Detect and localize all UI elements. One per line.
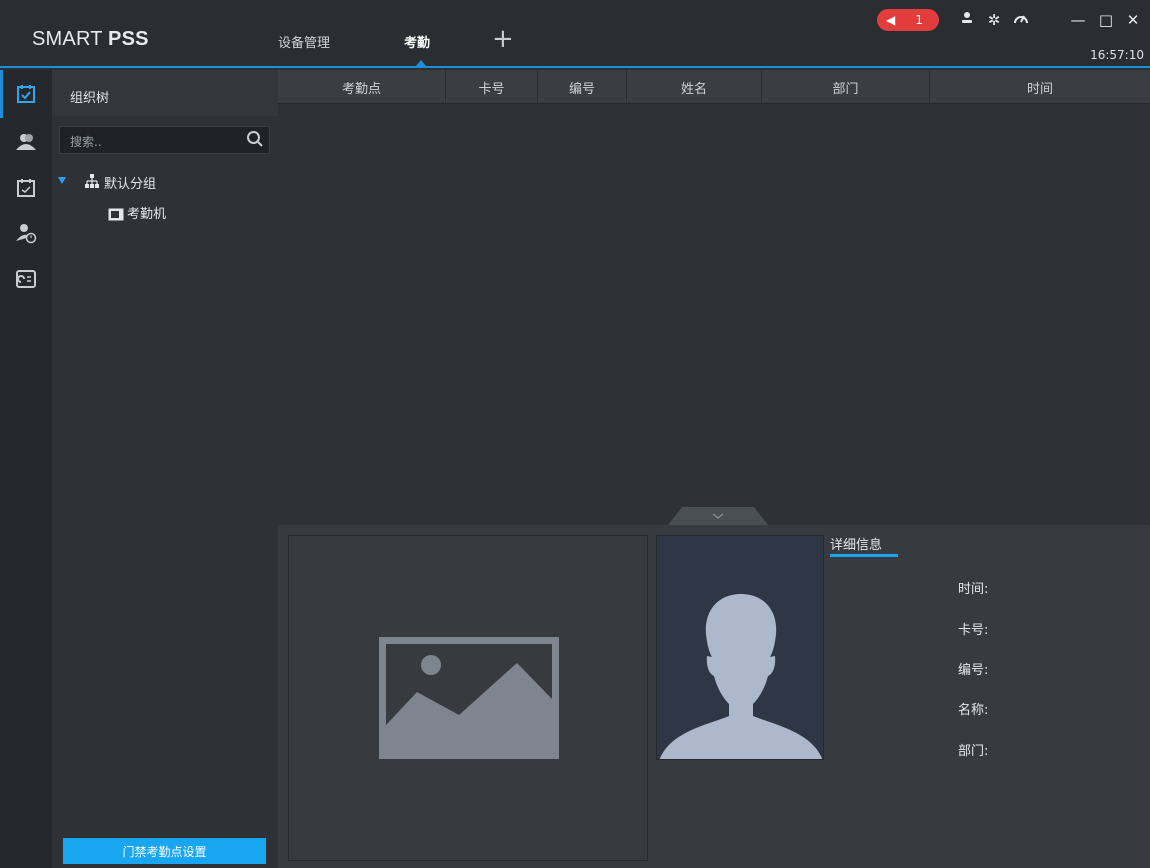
column-header[interactable]: 时间 [930,70,1150,104]
column-header[interactable]: 考勤点 [278,70,446,104]
tree-group-default[interactable]: 默认分组 [104,173,156,192]
records-table-header: 考勤点 卡号 编号 姓名 部门 时间 [278,70,1150,104]
detail-info-title: 详细信息 [830,538,883,553]
attendance-record-icon[interactable] [14,83,38,105]
search-input[interactable]: 搜索.. [59,126,270,154]
detail-field-name: 名称: [958,703,989,718]
speaker-icon: ◀ [886,13,896,27]
detail-field-department: 部门: [958,744,989,759]
user-icon[interactable] [958,11,976,29]
minimize-button[interactable]: — [1069,11,1087,29]
close-button[interactable]: ✕ [1124,11,1142,29]
tab-attendance[interactable]: 考勤 [404,32,430,51]
column-header[interactable]: 部门 [762,70,930,104]
access-attendance-point-settings-button[interactable]: 门禁考勤点设置 [63,838,266,864]
app-logo: SMART PSS [32,28,149,50]
expand-arrow-icon[interactable] [58,177,66,184]
report-card-icon[interactable] [14,268,38,290]
active-nav-indicator [0,70,3,118]
alarm-badge[interactable]: ◀ 1 [877,9,939,31]
tree-device-attendance-machine[interactable]: 考勤机 [127,203,166,222]
maximize-button[interactable]: □ [1097,11,1115,29]
performance-gauge-icon[interactable] [1012,11,1030,29]
column-header[interactable]: 姓名 [627,70,762,104]
active-tab-indicator [416,60,426,66]
column-header[interactable]: 编号 [538,70,627,104]
column-header[interactable]: 卡号 [446,70,538,104]
detail-field-time: 时间: [958,582,989,597]
user-clock-icon[interactable] [14,222,38,244]
collapse-panel-button[interactable] [668,507,768,525]
alarm-count: 1 [915,13,923,27]
add-tab-button[interactable]: + [492,26,514,52]
detail-field-id: 编号: [958,663,989,678]
detail-field-card-number: 卡号: [958,623,989,638]
clock: 16:57:10 [1090,48,1144,62]
org-tree-title: 组织树 [52,70,278,116]
organization-panel [52,70,278,868]
person-silhouette-icon [659,594,823,759]
title-bar [0,0,1150,68]
attendance-device-icon [108,206,124,221]
detail-title-underline [830,554,898,557]
records-table-body[interactable] [278,105,1150,525]
image-placeholder-icon [379,637,559,759]
schedule-icon[interactable] [14,177,38,199]
people-icon[interactable] [14,131,38,153]
search-icon[interactable] [246,130,264,148]
org-hierarchy-icon [84,173,100,189]
gear-icon[interactable]: ✲ [985,11,1003,29]
person-photo-frame [656,535,824,760]
tab-device-management[interactable]: 设备管理 [278,32,330,51]
snapshot-image-frame [288,535,648,861]
